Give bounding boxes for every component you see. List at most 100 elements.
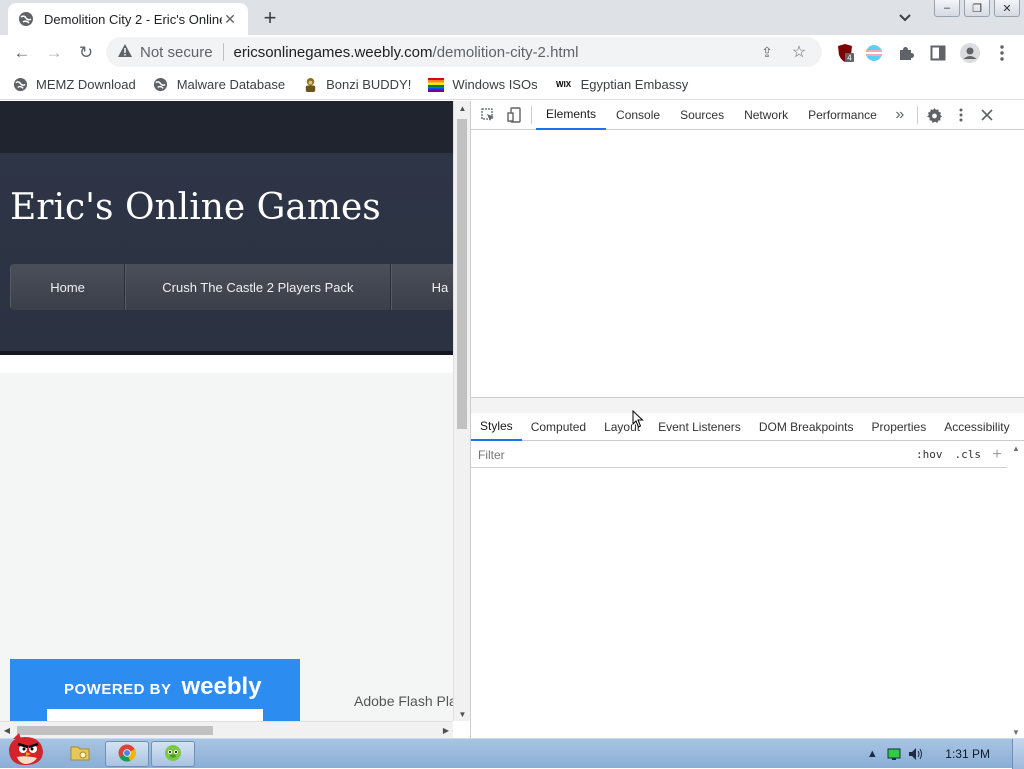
toolbar-divider	[916, 106, 918, 124]
styles-pane[interactable]	[471, 469, 1007, 738]
subtab-computed[interactable]: Computed	[522, 413, 595, 441]
cls-toggle[interactable]: .cls	[955, 448, 982, 461]
url-text[interactable]: ericsonlinegames.weebly.com/demolition-c…	[234, 44, 579, 61]
new-tab-button[interactable]: +	[258, 5, 282, 30]
subtab-dom-breakpoints[interactable]: DOM Breakpoints	[750, 413, 863, 441]
scroll-up-arrow[interactable]: ▲	[454, 101, 471, 115]
settings-gear-icon[interactable]	[922, 102, 948, 128]
tab-sources[interactable]: Sources	[670, 101, 734, 130]
start-button[interactable]	[2, 731, 50, 769]
devtools-close-icon[interactable]	[974, 102, 1000, 128]
warning-icon[interactable]	[118, 44, 132, 60]
forward-button[interactable]: →	[38, 37, 70, 69]
bookmark-label: Malware Database	[176, 77, 286, 92]
bookmark-label: MEMZ Download	[36, 77, 136, 92]
bookmark-egyptian-embassy[interactable]: WIX Egyptian Embassy	[555, 77, 689, 93]
system-tray: ▲ 1:31 PM	[861, 739, 1024, 769]
scroll-down-arrow[interactable]: ▼	[1007, 726, 1024, 738]
scroll-up-arrow[interactable]: ▲	[1007, 442, 1024, 454]
nav-item-crush-the-castle[interactable]: Crush The Castle 2 Players Pack	[125, 264, 391, 310]
subtab-event-listeners[interactable]: Event Listeners	[649, 413, 750, 441]
tab-close-icon[interactable]: ✕	[222, 11, 238, 27]
url-path: /demolition-city-2.html	[432, 43, 579, 61]
explorer-taskbar-button[interactable]	[58, 741, 102, 767]
windows-taskbar: ▲ 1:31 PM	[0, 733, 1024, 769]
bonzi-icon	[302, 77, 318, 93]
styles-scrollbar[interactable]: ▲ ▼	[1007, 442, 1024, 738]
nav-item-home[interactable]: Home	[10, 264, 126, 310]
taskbar-clock[interactable]: 1:31 PM	[945, 747, 990, 761]
devtools-toolbar: Elements Console Sources Network Perform…	[471, 101, 1024, 130]
styles-subtabs: Styles Computed Layout Event Listeners D…	[471, 413, 1024, 441]
bookmark-memz-download[interactable]: MEMZ Download	[12, 77, 136, 93]
bookmark-windows-isos[interactable]: Windows ISOs	[428, 77, 538, 93]
side-panel-icon[interactable]	[928, 43, 948, 63]
scroll-right-arrow[interactable]: ▶	[439, 722, 453, 739]
tab-network[interactable]: Network	[734, 101, 798, 130]
pride-extension-icon[interactable]	[864, 43, 884, 63]
folder-icon	[70, 744, 90, 765]
globe-icon	[12, 77, 28, 93]
device-toolbar-icon[interactable]	[501, 102, 527, 128]
nav-item-ha[interactable]: Ha	[390, 264, 453, 310]
network-icon[interactable]	[883, 743, 905, 765]
site-header: Eric's Online Games Home Crush The Castl…	[0, 101, 453, 355]
game-icon	[163, 744, 183, 765]
address-bar[interactable]: Not secure ericsonlinegames.weebly.com/d…	[106, 37, 822, 67]
chrome-menu-icon[interactable]	[992, 43, 1012, 63]
game-taskbar-button[interactable]	[151, 741, 195, 767]
page-viewport: Eric's Online Games Home Crush The Castl…	[0, 101, 453, 721]
more-tabs-icon[interactable]: »	[887, 102, 913, 128]
url-domain: ericsonlinegames.weebly.com	[233, 43, 433, 61]
close-window-button[interactable]: ✕	[994, 0, 1020, 17]
devtools-menu-icon[interactable]	[948, 102, 974, 128]
tray-expand-icon[interactable]: ▲	[861, 743, 883, 765]
site-nav: Home Crush The Castle 2 Players Pack Ha	[10, 264, 453, 310]
security-label[interactable]: Not secure	[140, 44, 213, 61]
rainbow-flag-icon	[428, 77, 445, 93]
share-icon[interactable]: ⇪	[758, 43, 776, 61]
inspect-element-icon[interactable]	[475, 102, 501, 128]
chrome-taskbar-button[interactable]	[105, 741, 149, 767]
content-top-strip	[0, 355, 453, 373]
subtab-properties[interactable]: Properties	[863, 413, 936, 441]
bookmark-label: Egyptian Embassy	[580, 77, 689, 92]
restore-button[interactable]: ❐	[964, 0, 990, 17]
weebly-badge[interactable]: POWERED BY weebly	[10, 659, 300, 721]
elements-tree-pane[interactable]	[471, 131, 1024, 397]
tab-elements[interactable]: Elements	[536, 101, 607, 130]
site-title[interactable]: Eric's Online Games	[10, 187, 381, 228]
styles-filter-input[interactable]: Filter	[473, 444, 910, 465]
bookmark-bonzi-buddy[interactable]: Bonzi BUDDY!	[302, 77, 411, 93]
scroll-thumb[interactable]	[457, 119, 467, 429]
browser-tab[interactable]: Demolition City 2 - Eric's Online Games …	[8, 3, 248, 35]
extensions-puzzle-icon[interactable]	[896, 43, 916, 63]
ublock-extension-icon[interactable]: 4	[835, 43, 855, 63]
bookmark-star-icon[interactable]: ☆	[790, 43, 808, 61]
tab-console[interactable]: Console	[606, 101, 670, 130]
show-desktop-button[interactable]	[1012, 739, 1024, 769]
subtab-accessibility[interactable]: Accessibility	[935, 413, 1018, 441]
profile-avatar[interactable]	[960, 43, 980, 63]
page-horizontal-scrollbar[interactable]: ◀ ▶	[0, 721, 453, 738]
flash-player-text[interactable]: Adobe Flash Pla	[354, 693, 453, 709]
volume-icon[interactable]	[905, 743, 927, 765]
minimize-button[interactable]: –	[934, 0, 960, 17]
bookmark-label: Windows ISOs	[452, 77, 538, 92]
tab-search-icon[interactable]	[895, 8, 915, 28]
weebly-card	[47, 709, 263, 721]
back-button[interactable]: ←	[6, 37, 38, 69]
globe-icon	[153, 77, 169, 93]
subtab-styles[interactable]: Styles	[471, 413, 522, 441]
bookmark-malware-database[interactable]: Malware Database	[153, 77, 285, 93]
pane-splitter[interactable]	[471, 397, 1024, 413]
hov-toggle[interactable]: :hov	[916, 448, 943, 461]
browser-toolbar: ← → ↻ Not secure ericsonlinegames.weebly…	[0, 35, 1024, 70]
scroll-down-arrow[interactable]: ▼	[454, 707, 471, 721]
new-style-rule-button[interactable]: +	[987, 446, 1007, 464]
tab-performance[interactable]: Performance	[798, 101, 887, 130]
styles-filter-bar: Filter :hov .cls +	[471, 442, 1007, 468]
page-vertical-scrollbar[interactable]: ▲ ▼	[453, 101, 470, 721]
header-top-strip	[0, 101, 453, 153]
reload-button[interactable]: ↻	[70, 37, 102, 69]
